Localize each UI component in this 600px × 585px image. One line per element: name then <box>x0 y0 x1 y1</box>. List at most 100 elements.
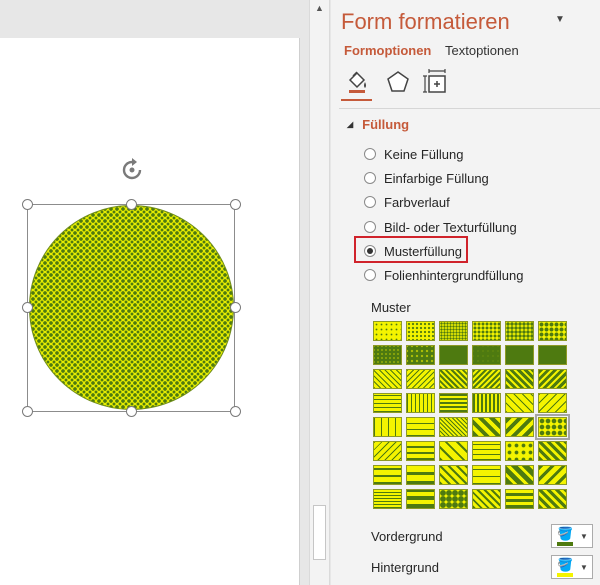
effects-pentagon-icon[interactable] <box>384 68 412 96</box>
active-category-indicator <box>341 99 372 101</box>
pattern-swatch[interactable] <box>373 345 402 365</box>
pattern-swatch[interactable] <box>505 489 534 509</box>
tab-shape-options[interactable]: Formoptionen <box>344 43 431 58</box>
pattern-swatch[interactable] <box>505 369 534 389</box>
background-label: Hintergrund <box>371 560 439 575</box>
pattern-swatch[interactable] <box>406 321 435 341</box>
radio-button[interactable] <box>364 148 376 160</box>
pattern-swatch[interactable] <box>472 441 501 461</box>
format-shape-pane: Form formatieren ▼ Formoptionen Textopti… <box>331 0 600 585</box>
pattern-swatch[interactable] <box>406 441 435 461</box>
pattern-swatch[interactable] <box>505 393 534 413</box>
pattern-swatch[interactable] <box>472 321 501 341</box>
resize-handle-top-left[interactable] <box>22 199 33 210</box>
radio-button[interactable] <box>364 221 376 233</box>
pattern-swatch[interactable] <box>373 465 402 485</box>
pattern-swatch[interactable] <box>373 321 402 341</box>
tab-text-options[interactable]: Textoptionen <box>445 43 519 58</box>
fill-section-header[interactable]: ◢ Füllung <box>347 117 409 132</box>
pattern-swatch[interactable] <box>406 465 435 485</box>
pattern-swatch[interactable] <box>538 441 567 461</box>
resize-handle-left[interactable] <box>22 302 33 313</box>
radio-gradient-fill[interactable]: Farbverlauf <box>364 193 450 211</box>
highlight-box <box>354 236 468 263</box>
pattern-swatch[interactable] <box>406 489 435 509</box>
section-divider <box>339 108 600 109</box>
circle-shape-pattern-fill[interactable] <box>29 205 234 410</box>
pattern-swatch[interactable] <box>373 489 402 509</box>
rotate-handle-icon[interactable] <box>119 157 145 186</box>
pattern-swatch[interactable] <box>439 465 468 485</box>
pattern-swatch[interactable] <box>472 369 501 389</box>
pattern-label: Muster <box>371 300 411 315</box>
foreground-color-button[interactable]: 🪣 ▼ <box>551 524 593 548</box>
resize-handle-top[interactable] <box>126 199 137 210</box>
resize-handle-bottom-right[interactable] <box>230 406 241 417</box>
radio-solid-fill[interactable]: Einfarbige Füllung <box>364 169 489 187</box>
radio-label: Farbverlauf <box>384 194 450 210</box>
pattern-swatch[interactable] <box>535 414 570 440</box>
pattern-swatch[interactable] <box>472 417 501 437</box>
scroll-up-icon[interactable]: ▲ <box>310 0 329 16</box>
pattern-swatch[interactable] <box>373 441 402 461</box>
collapse-triangle-icon[interactable]: ◢ <box>347 120 353 129</box>
resize-handle-bottom-left[interactable] <box>22 406 33 417</box>
pattern-swatch[interactable] <box>538 393 567 413</box>
pane-options-dropdown-icon[interactable]: ▼ <box>555 14 565 25</box>
pattern-swatch[interactable] <box>439 393 468 413</box>
pattern-swatch[interactable] <box>439 369 468 389</box>
pattern-swatch[interactable] <box>538 345 567 365</box>
pattern-swatch[interactable] <box>373 393 402 413</box>
radio-button[interactable] <box>364 196 376 208</box>
radio-picture-texture-fill[interactable]: Bild- oder Texturfüllung <box>364 218 517 236</box>
pattern-swatch[interactable] <box>439 489 468 509</box>
chevron-down-icon: ▼ <box>580 532 588 541</box>
chevron-down-icon: ▼ <box>580 563 588 572</box>
pattern-swatch[interactable] <box>406 369 435 389</box>
fill-section-title: Füllung <box>362 117 410 132</box>
pattern-swatch[interactable] <box>538 321 567 341</box>
background-color-swatch <box>557 573 573 577</box>
pane-title: Form formatieren <box>341 9 510 34</box>
slide-canvas-area <box>0 0 309 585</box>
paint-bucket-icon: 🪣 <box>557 526 574 541</box>
pattern-swatch[interactable] <box>505 441 534 461</box>
pattern-swatch[interactable] <box>472 489 501 509</box>
foreground-color-swatch <box>557 542 573 546</box>
pattern-swatch[interactable] <box>472 345 501 365</box>
radio-slide-background-fill[interactable]: Folienhintergrundfüllung <box>364 266 523 284</box>
pattern-swatch[interactable] <box>472 465 501 485</box>
resize-handle-right[interactable] <box>230 302 241 313</box>
fill-line-icon[interactable] <box>343 68 371 96</box>
background-color-button[interactable]: 🪣 ▼ <box>551 555 593 579</box>
pattern-swatch[interactable] <box>439 321 468 341</box>
pattern-swatch[interactable] <box>406 393 435 413</box>
pattern-swatch[interactable] <box>505 321 534 341</box>
foreground-label: Vordergrund <box>371 529 443 544</box>
pattern-swatch[interactable] <box>373 417 402 437</box>
pattern-swatch[interactable] <box>439 345 468 365</box>
pattern-swatch[interactable] <box>472 393 501 413</box>
pattern-swatch[interactable] <box>538 489 567 509</box>
pattern-swatch[interactable] <box>505 345 534 365</box>
pattern-swatch[interactable] <box>505 417 534 437</box>
pattern-gallery <box>373 321 571 509</box>
scrollbar-thumb[interactable] <box>313 505 326 560</box>
pattern-swatch[interactable] <box>439 417 468 437</box>
radio-label: Einfarbige Füllung <box>384 170 489 186</box>
radio-button[interactable] <box>364 172 376 184</box>
pattern-swatch[interactable] <box>406 417 435 437</box>
vertical-scrollbar[interactable]: ▲ <box>309 0 330 585</box>
pattern-swatch[interactable] <box>538 465 567 485</box>
pattern-swatch[interactable] <box>373 369 402 389</box>
pattern-swatch[interactable] <box>505 465 534 485</box>
pattern-swatch[interactable] <box>538 369 567 389</box>
pattern-swatch[interactable] <box>439 441 468 461</box>
size-properties-icon[interactable] <box>423 68 451 96</box>
resize-handle-top-right[interactable] <box>230 199 241 210</box>
resize-handle-bottom[interactable] <box>126 406 137 417</box>
pattern-swatch[interactable] <box>406 345 435 365</box>
radio-button[interactable] <box>364 269 376 281</box>
radio-label: Bild- oder Texturfüllung <box>384 219 517 235</box>
radio-no-fill[interactable]: Keine Füllung <box>364 145 464 163</box>
